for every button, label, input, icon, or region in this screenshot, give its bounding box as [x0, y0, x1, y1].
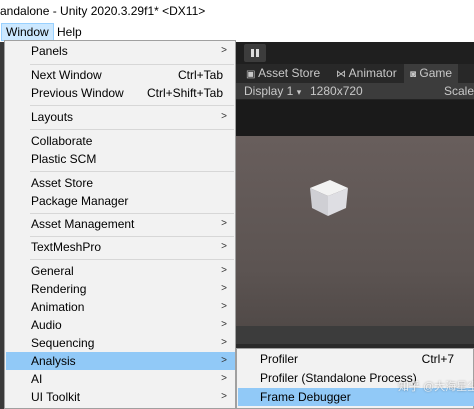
submenu-item-label: Profiler — [260, 352, 299, 366]
tab-asset-store[interactable]: ▣ Asset Store — [246, 64, 320, 83]
menu-item-label: Asset Store — [31, 176, 94, 190]
menu-item-asset-store[interactable]: Asset Store — [6, 174, 235, 192]
menu-item-label: General — [31, 264, 74, 278]
pause-button[interactable] — [244, 44, 266, 62]
chevron-right-icon: > — [221, 301, 227, 312]
chevron-down-icon: ▾ — [296, 87, 302, 97]
menu-item-label: Animation — [31, 300, 85, 314]
menu-item-animation[interactable]: Animation > — [6, 298, 235, 316]
submenu-item-profiler[interactable]: Profiler Ctrl+7 — [238, 350, 474, 368]
menu-separator — [30, 213, 234, 214]
animator-icon: ⋈ — [336, 69, 346, 80]
submenu-item-shortcut: Ctrl+7 — [421, 352, 454, 366]
menu-item-asset-management[interactable]: Asset Management > — [6, 215, 235, 233]
menu-item-label: Panels — [31, 44, 68, 58]
chevron-right-icon: > — [221, 241, 227, 252]
chevron-right-icon: > — [221, 265, 227, 276]
window-title: andalone - Unity 2020.3.29f1* <DX11> — [0, 4, 206, 18]
chevron-right-icon: > — [221, 319, 227, 330]
chevron-right-icon: > — [221, 283, 227, 294]
menu-item-rendering[interactable]: Rendering > — [6, 280, 235, 298]
submenu-item-label: Profiler (Standalone Process) — [260, 371, 417, 385]
tab-game[interactable]: ◙ Game — [404, 64, 459, 83]
menu-separator — [30, 105, 234, 106]
chevron-right-icon: > — [221, 111, 227, 122]
chevron-right-icon: > — [221, 337, 227, 348]
cube-object — [310, 180, 348, 216]
store-icon: ▣ — [246, 69, 256, 80]
menu-window[interactable]: Window — [1, 23, 54, 41]
menu-item-label: Sequencing — [31, 336, 95, 350]
display-label: Display 1 — [244, 84, 294, 98]
menu-item-collaborate[interactable]: Collaborate — [6, 132, 235, 150]
menu-item-label: AI — [31, 372, 43, 386]
tab-animator[interactable]: ⋈ Animator — [336, 64, 397, 83]
game-icon: ◙ — [410, 69, 417, 80]
submenu-item-label: Frame Debugger — [260, 390, 351, 404]
scale-label: Scale — [444, 84, 474, 98]
chevron-right-icon: > — [221, 355, 227, 366]
menu-separator — [30, 129, 234, 130]
menu-item-label: Next Window — [31, 68, 102, 82]
resolution-label: 1280x720 — [310, 84, 363, 98]
menu-separator — [30, 259, 234, 260]
menu-item-plastic-scm[interactable]: Plastic SCM — [6, 150, 235, 168]
watermark: 知乎 @大海星尘 — [398, 381, 474, 393]
menu-bar: Window Help — [0, 22, 474, 42]
lower-toolbar — [236, 326, 474, 344]
tab-label: Animator — [348, 66, 397, 80]
menu-separator — [30, 171, 234, 172]
menu-separator — [30, 236, 234, 237]
menu-item-general[interactable]: General > — [6, 262, 235, 280]
game-view-top — [236, 100, 474, 136]
menu-item-label: Rendering — [31, 282, 87, 296]
menu-item-panels[interactable]: Panels > — [6, 42, 235, 60]
menu-item-layouts[interactable]: Layouts > — [6, 108, 235, 126]
menu-item-next-window[interactable]: Next Window Ctrl+Tab — [6, 66, 235, 84]
menu-item-label: Plastic SCM — [31, 152, 97, 166]
menu-item-shortcut: Ctrl+Shift+Tab — [146, 86, 223, 100]
resolution-dropdown[interactable]: 1280x720 — [310, 83, 363, 100]
play-toolbar — [236, 42, 474, 64]
menu-item-label: Previous Window — [31, 86, 124, 100]
menu-help[interactable]: Help — [53, 23, 86, 41]
menu-item-shortcut: Ctrl+Tab — [177, 68, 223, 82]
chevron-right-icon: > — [221, 373, 227, 384]
menu-item-label: UI Toolkit — [31, 390, 81, 404]
menu-item-label: Collaborate — [31, 134, 93, 148]
display-dropdown[interactable]: Display 1 ▾ — [244, 83, 301, 100]
menu-item-previous-window[interactable]: Previous Window Ctrl+Shift+Tab — [6, 84, 235, 102]
tab-label: Game — [419, 66, 453, 80]
chevron-right-icon: > — [221, 218, 227, 229]
menu-item-sequencing[interactable]: Sequencing > — [6, 334, 235, 352]
pause-icon — [251, 49, 259, 57]
tab-label: Asset Store — [258, 66, 321, 80]
menu-item-label: Package Manager — [31, 194, 129, 208]
menu-item-label: Asset Management — [31, 217, 135, 231]
menu-item-audio[interactable]: Audio > — [6, 316, 235, 334]
title-bar: andalone - Unity 2020.3.29f1* <DX11> — [0, 0, 474, 22]
chevron-right-icon: > — [221, 391, 227, 402]
menu-item-package-manager[interactable]: Package Manager — [6, 192, 235, 210]
menu-item-label: TextMeshPro — [31, 240, 102, 254]
menu-item-label: Analysis — [31, 354, 76, 368]
window-menu: Panels > Next Window Ctrl+Tab Previous W… — [4, 40, 236, 409]
game-view — [236, 136, 474, 326]
menu-separator — [30, 64, 234, 65]
menu-item-ui-toolkit[interactable]: UI Toolkit > — [6, 388, 235, 406]
menu-item-label: Layouts — [31, 110, 74, 124]
menu-item-ai[interactable]: AI > — [6, 370, 235, 388]
chevron-right-icon: > — [221, 45, 227, 56]
menu-item-analysis[interactable]: Analysis > — [6, 352, 235, 370]
menu-item-textmeshpro[interactable]: TextMeshPro > — [6, 238, 235, 256]
menu-item-label: Audio — [31, 318, 62, 332]
